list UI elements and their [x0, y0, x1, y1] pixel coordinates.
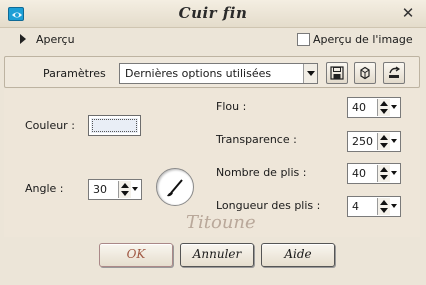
save-preset-button[interactable] [326, 62, 348, 84]
save-preset-icon [330, 66, 344, 80]
help-button[interactable]: Aide [261, 243, 335, 267]
preview-image-label[interactable]: Aperçu de l'image [313, 33, 413, 46]
longueur-label: Longueur des plis : [216, 199, 321, 212]
plis-updown[interactable] [377, 165, 390, 182]
longueur-value: 4 [352, 200, 359, 213]
reset-button[interactable] [383, 62, 405, 84]
flou-value: 40 [352, 101, 366, 114]
transparence-label: Transparence : [216, 133, 297, 146]
longueur-dropdown[interactable] [390, 198, 400, 215]
plis-label: Nombre de plis : [216, 166, 307, 179]
longueur-updown[interactable] [377, 198, 390, 215]
angle-label: Angle : [25, 182, 64, 195]
longueur-spinner[interactable]: 4 [347, 196, 401, 217]
angle-dial-icon [167, 179, 183, 197]
preview-row: Aperçu Aperçu de l'image [0, 29, 426, 51]
color-swatch[interactable] [88, 115, 141, 136]
preset-select[interactable]: Dernières options utilisées [119, 63, 318, 84]
close-icon[interactable]: ✕ [400, 5, 416, 21]
angle-dropdown[interactable] [131, 181, 141, 198]
cancel-button[interactable]: Annuler [180, 243, 254, 267]
flou-spinner[interactable]: 40 [347, 97, 401, 118]
parameters-panel: Paramètres Dernières options utilisées [4, 56, 420, 88]
plis-dropdown[interactable] [390, 165, 400, 182]
angle-dial[interactable] [156, 168, 194, 206]
ok-button[interactable]: OK [99, 243, 173, 267]
window-title: Cuir fin [178, 4, 248, 22]
title-bar: Cuir fin ✕ [0, 0, 426, 28]
watermark-signature: Titoune [186, 212, 256, 233]
preset-value: Dernières options utilisées [125, 67, 272, 80]
reset-icon [389, 66, 401, 78]
flou-updown[interactable] [377, 99, 390, 116]
transparence-dropdown[interactable] [390, 133, 400, 150]
couleur-label: Couleur : [25, 119, 75, 132]
delete-preset-icon [360, 66, 370, 80]
expand-arrow-icon[interactable] [20, 34, 26, 44]
preview-image-checkbox[interactable] [297, 33, 310, 46]
flou-label: Flou : [216, 100, 247, 113]
angle-spinner[interactable]: 30 [88, 179, 142, 200]
angle-value: 30 [93, 183, 107, 196]
chevron-down-icon[interactable] [303, 64, 317, 83]
transparence-updown[interactable] [377, 133, 390, 150]
delete-preset-button[interactable] [354, 62, 376, 84]
transparence-value: 250 [352, 135, 373, 148]
transparence-spinner[interactable]: 250 [347, 131, 401, 152]
preview-label[interactable]: Aperçu [36, 33, 75, 46]
plis-spinner[interactable]: 40 [347, 163, 401, 184]
parameters-label: Paramètres [43, 67, 106, 80]
angle-updown[interactable] [118, 181, 131, 198]
plis-value: 40 [352, 167, 366, 180]
flou-dropdown[interactable] [390, 99, 400, 116]
